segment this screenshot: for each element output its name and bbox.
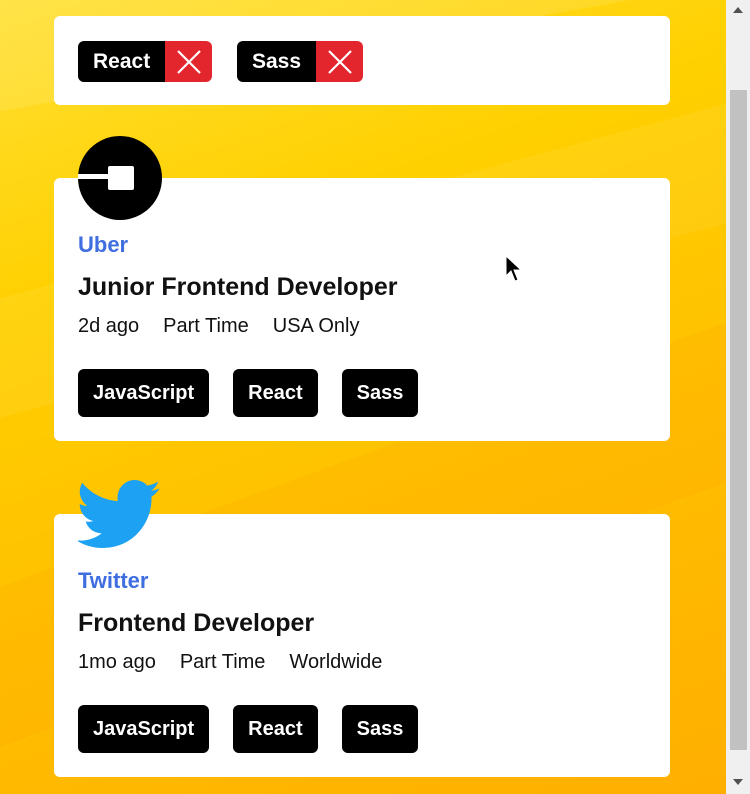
filter-chip-label: React	[78, 41, 166, 82]
tag-list: JavaScript React Sass	[78, 369, 419, 417]
company-name[interactable]: Uber	[78, 232, 128, 258]
mouse-cursor-icon	[505, 254, 525, 288]
tag-sass[interactable]: Sass	[341, 369, 419, 417]
tag-javascript[interactable]: JavaScript	[78, 369, 210, 417]
remove-filter-button[interactable]	[165, 41, 213, 82]
twitter-logo-icon	[76, 472, 162, 556]
contract-type: Part Time	[163, 315, 249, 337]
tag-list: JavaScript React Sass	[78, 705, 419, 753]
company-name[interactable]: Twitter	[78, 568, 148, 594]
filter-chip-sass: Sass	[237, 41, 364, 82]
tag-sass[interactable]: Sass	[341, 705, 419, 753]
job-card[interactable]: Uber Junior Frontend Developer 2d ago Pa…	[54, 136, 670, 441]
tag-react[interactable]: React	[233, 369, 318, 417]
posted-at: 1mo ago	[78, 651, 156, 673]
filter-bar: React Sass	[54, 16, 670, 105]
tag-javascript[interactable]: JavaScript	[78, 705, 210, 753]
tag-react[interactable]: React	[233, 705, 318, 753]
job-title[interactable]: Junior Frontend Developer	[78, 273, 397, 302]
job-title[interactable]: Frontend Developer	[78, 609, 314, 638]
job-meta: 1mo ago Part Time Worldwide	[78, 651, 382, 674]
job-location: USA Only	[272, 315, 360, 337]
filter-chip-react: React	[78, 41, 213, 82]
scrollbar-thumb[interactable]	[730, 90, 747, 750]
close-icon	[327, 49, 352, 74]
job-meta: 2d ago Part Time USA Only	[78, 315, 359, 338]
vertical-scrollbar[interactable]	[726, 0, 750, 794]
uber-logo-icon	[78, 136, 162, 220]
job-location: Worldwide	[289, 651, 383, 673]
remove-filter-button[interactable]	[316, 41, 364, 82]
scroll-down-arrow-icon[interactable]	[726, 772, 750, 792]
job-card[interactable]: Twitter Frontend Developer 1mo ago Part …	[54, 480, 670, 777]
contract-type: Part Time	[179, 651, 266, 673]
close-icon	[176, 49, 201, 74]
posted-at: 2d ago	[78, 315, 140, 337]
scroll-up-arrow-icon[interactable]	[726, 0, 750, 20]
filter-chip-label: Sass	[237, 41, 317, 82]
